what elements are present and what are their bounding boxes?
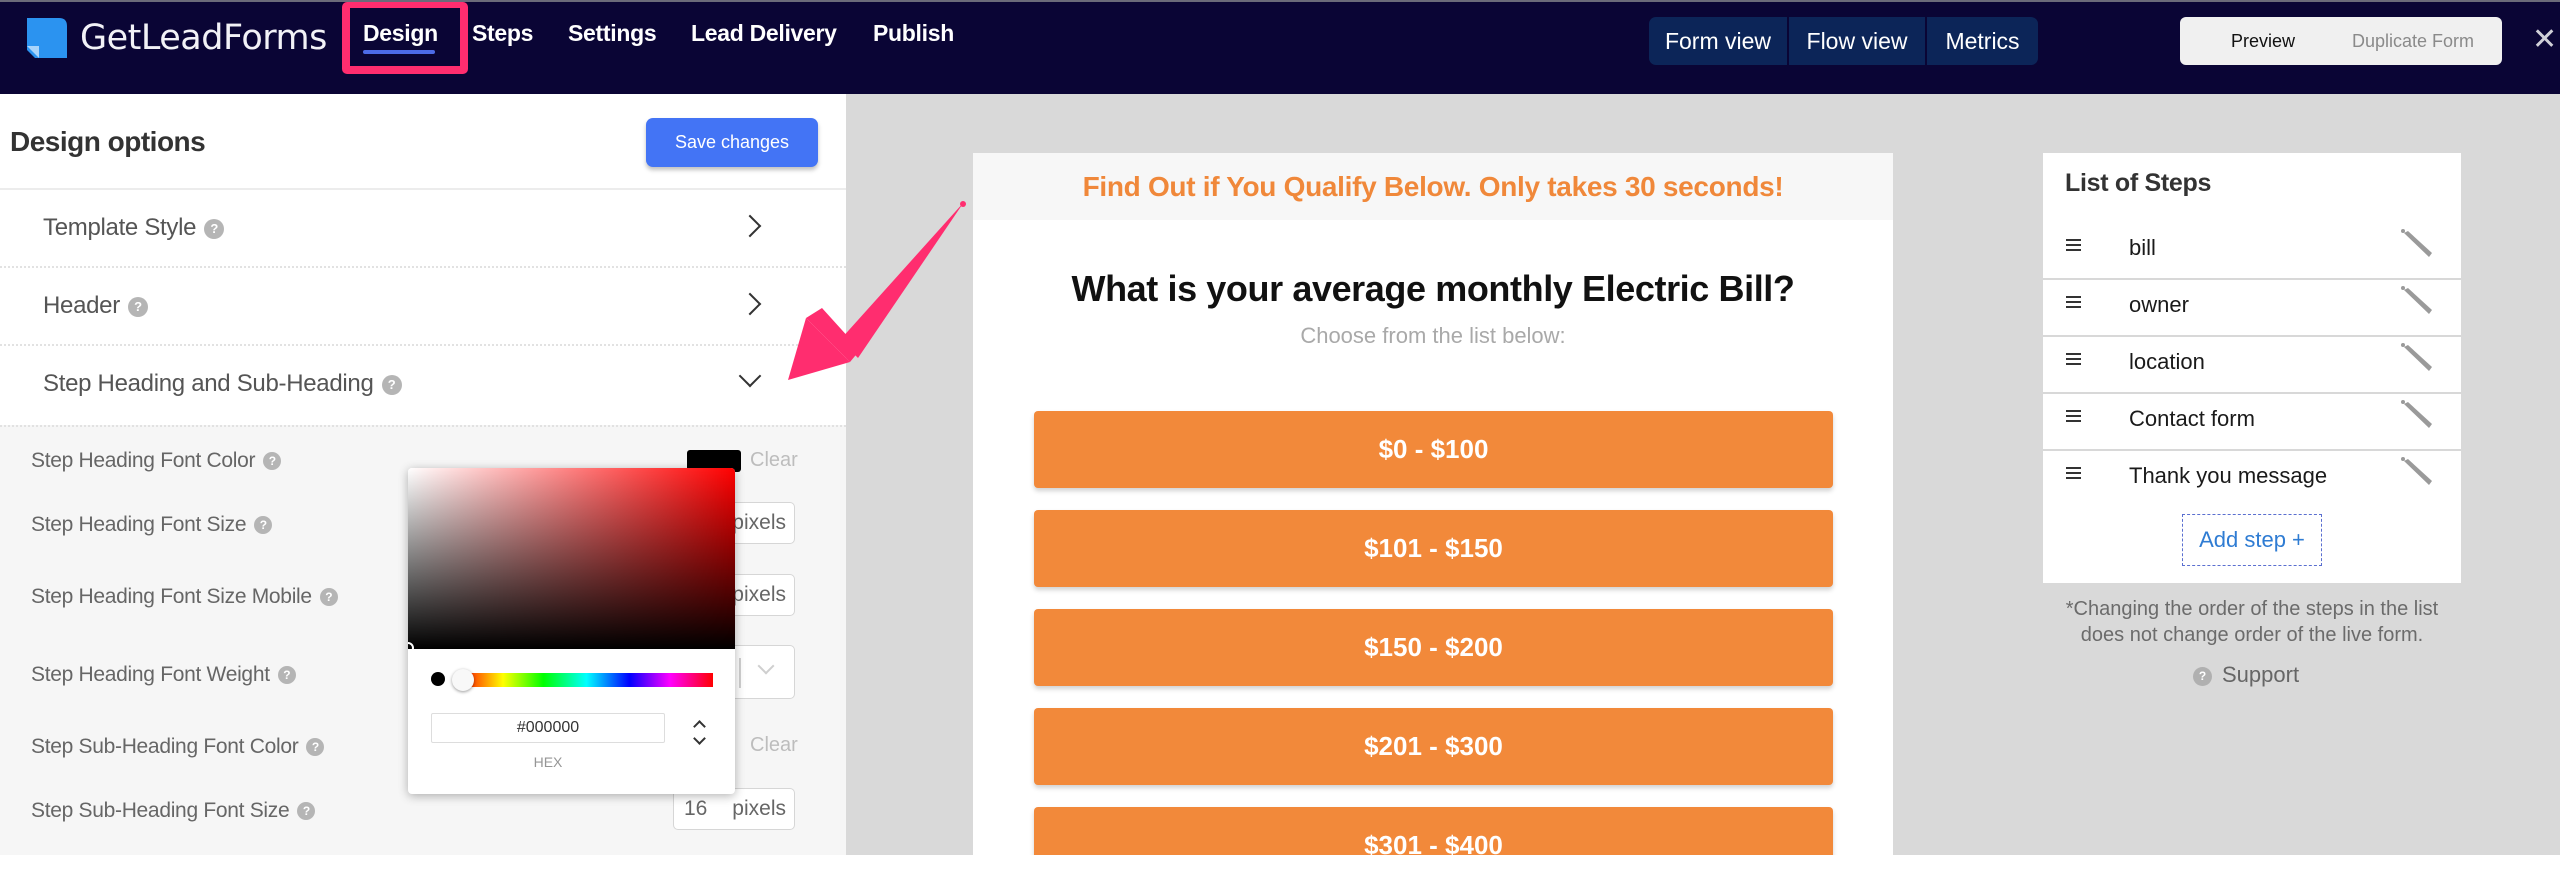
color-picker-popover: #000000 HEX (408, 468, 735, 794)
section-header[interactable]: Header? (0, 266, 846, 344)
flow-view-button[interactable]: Flow view (1789, 17, 1927, 65)
form-preview: Find Out if You Qualify Below. Only take… (973, 153, 1893, 855)
setting-label: Step Sub-Heading Font Color (31, 735, 299, 758)
drag-handle-icon[interactable] (2066, 467, 2081, 479)
step-item[interactable]: owner (2043, 280, 2461, 337)
help-icon[interactable]: ? (254, 516, 273, 535)
preview-button[interactable]: Preview (2180, 17, 2346, 65)
app-window: GetLeadForms Design Steps Settings Lead … (0, 0, 2560, 855)
form-view-button[interactable]: Form view (1649, 17, 1789, 65)
top-navigation-bar: GetLeadForms Design Steps Settings Lead … (0, 0, 2560, 94)
step-name: location (2129, 349, 2205, 374)
brand-name[interactable]: GetLeadForms (80, 18, 327, 58)
save-changes-button[interactable]: Save changes (646, 118, 818, 167)
getleadforms-logo-icon (27, 18, 67, 58)
hue-slider[interactable] (460, 673, 713, 687)
pencil-edit-icon[interactable] (2398, 284, 2438, 324)
help-icon: ? (2193, 666, 2212, 686)
support-label: Support (2222, 662, 2300, 687)
step-name: owner (2129, 292, 2189, 317)
nav-tab-steps[interactable]: Steps (472, 20, 533, 47)
section-label: Header (43, 292, 120, 319)
option-button[interactable]: $0 - $100 (1034, 411, 1833, 488)
section-step-heading[interactable]: Step Heading and Sub-Heading? (0, 344, 846, 422)
step-heading: What is your average monthly Electric Bi… (1071, 268, 1795, 309)
hex-input[interactable]: #000000 (431, 713, 665, 743)
saturation-area[interactable] (408, 468, 735, 649)
step-name: bill (2129, 235, 2156, 260)
option-button[interactable]: $150 - $200 (1034, 609, 1833, 686)
drag-handle-icon[interactable] (2066, 239, 2081, 251)
help-icon[interactable]: ? (319, 588, 338, 607)
chevron-right-icon (738, 292, 762, 316)
step-item[interactable]: Contact form (2043, 394, 2461, 451)
unit-label: pixels (732, 511, 786, 534)
drag-handle-icon[interactable] (2066, 353, 2081, 365)
hex-format-label: HEX (533, 754, 563, 770)
active-tab-indicator (363, 50, 435, 54)
field-value: 16 (684, 797, 708, 820)
clear-subheading-color-link[interactable]: Clear (750, 734, 798, 757)
option-button[interactable]: $201 - $300 (1034, 708, 1833, 785)
steps-list-panel: List of Steps bill owner location Contac… (2043, 153, 2461, 583)
form-banner: Find Out if You Qualify Below. Only take… (973, 153, 1893, 220)
setting-label: Step Heading Font Color (31, 449, 256, 472)
nav-tab-publish[interactable]: Publish (873, 20, 954, 47)
step-name: Thank you message (2129, 463, 2328, 488)
step-item[interactable]: location (2043, 337, 2461, 394)
close-icon[interactable]: ✕ (2532, 22, 2557, 57)
hue-slider-handle[interactable] (452, 669, 474, 691)
step-name: Contact form (2129, 406, 2255, 431)
step-subheading: Choose from the list below: (1300, 323, 1566, 348)
view-switcher: Form view Flow view Metrics (1649, 17, 2038, 65)
duplicate-form-button[interactable]: Duplicate Form (2324, 17, 2502, 65)
format-toggle-icon[interactable] (691, 718, 709, 748)
help-icon[interactable]: ? (306, 738, 325, 757)
setting-label: Step Heading Font Size (31, 513, 247, 536)
chevron-down-icon (738, 364, 762, 388)
option-button[interactable]: $301 - $400 (1034, 807, 1833, 855)
section-template-style[interactable]: Template Style? (0, 188, 846, 266)
option-button[interactable]: $101 - $150 (1034, 510, 1833, 587)
help-icon[interactable]: ? (297, 802, 316, 821)
clear-heading-color-link[interactable]: Clear (750, 449, 798, 472)
steps-order-note: *Changing the order of the steps in the … (2065, 598, 2439, 646)
select-divider (739, 658, 741, 688)
subheading-font-size-input[interactable]: 16 pixels (673, 788, 795, 830)
nav-tab-settings[interactable]: Settings (568, 20, 657, 47)
pencil-edit-icon[interactable] (2398, 398, 2438, 438)
metrics-button[interactable]: Metrics (1927, 17, 2038, 65)
chevron-right-icon (738, 214, 762, 238)
setting-label: Step Heading Font Size Mobile (31, 585, 312, 608)
pencil-edit-icon[interactable] (2398, 455, 2438, 495)
nav-tab-design[interactable]: Design (363, 20, 438, 47)
help-icon[interactable]: ? (263, 452, 282, 471)
section-label: Template Style (43, 214, 197, 241)
panel-title: Design options (10, 126, 206, 157)
add-step-button[interactable]: Add step + (2182, 514, 2322, 566)
help-icon[interactable]: ? (127, 296, 148, 317)
unit-label: pixels (732, 797, 786, 820)
setting-label: Step Sub-Heading Font Size (31, 799, 290, 822)
help-icon[interactable]: ? (277, 666, 296, 685)
section-label: Step Heading and Sub-Heading (43, 370, 374, 397)
setting-label: Step Heading Font Weight (31, 663, 270, 686)
drag-handle-icon[interactable] (2066, 296, 2081, 308)
help-icon[interactable]: ? (204, 218, 225, 239)
help-icon[interactable]: ? (381, 374, 402, 395)
unit-label: pixels (732, 583, 786, 606)
nav-tab-lead-delivery[interactable]: Lead Delivery (691, 20, 837, 47)
support-link[interactable]: ? Support (2193, 662, 2299, 688)
chevron-down-icon (757, 657, 775, 675)
pencil-edit-icon[interactable] (2398, 341, 2438, 381)
step-item[interactable]: Thank you message (2043, 451, 2461, 508)
drag-handle-icon[interactable] (2066, 410, 2081, 422)
steps-list-title: List of Steps (2065, 169, 2212, 197)
step-item[interactable]: bill (2043, 223, 2461, 280)
color-preview-dot (431, 672, 445, 686)
pencil-edit-icon[interactable] (2398, 227, 2438, 267)
